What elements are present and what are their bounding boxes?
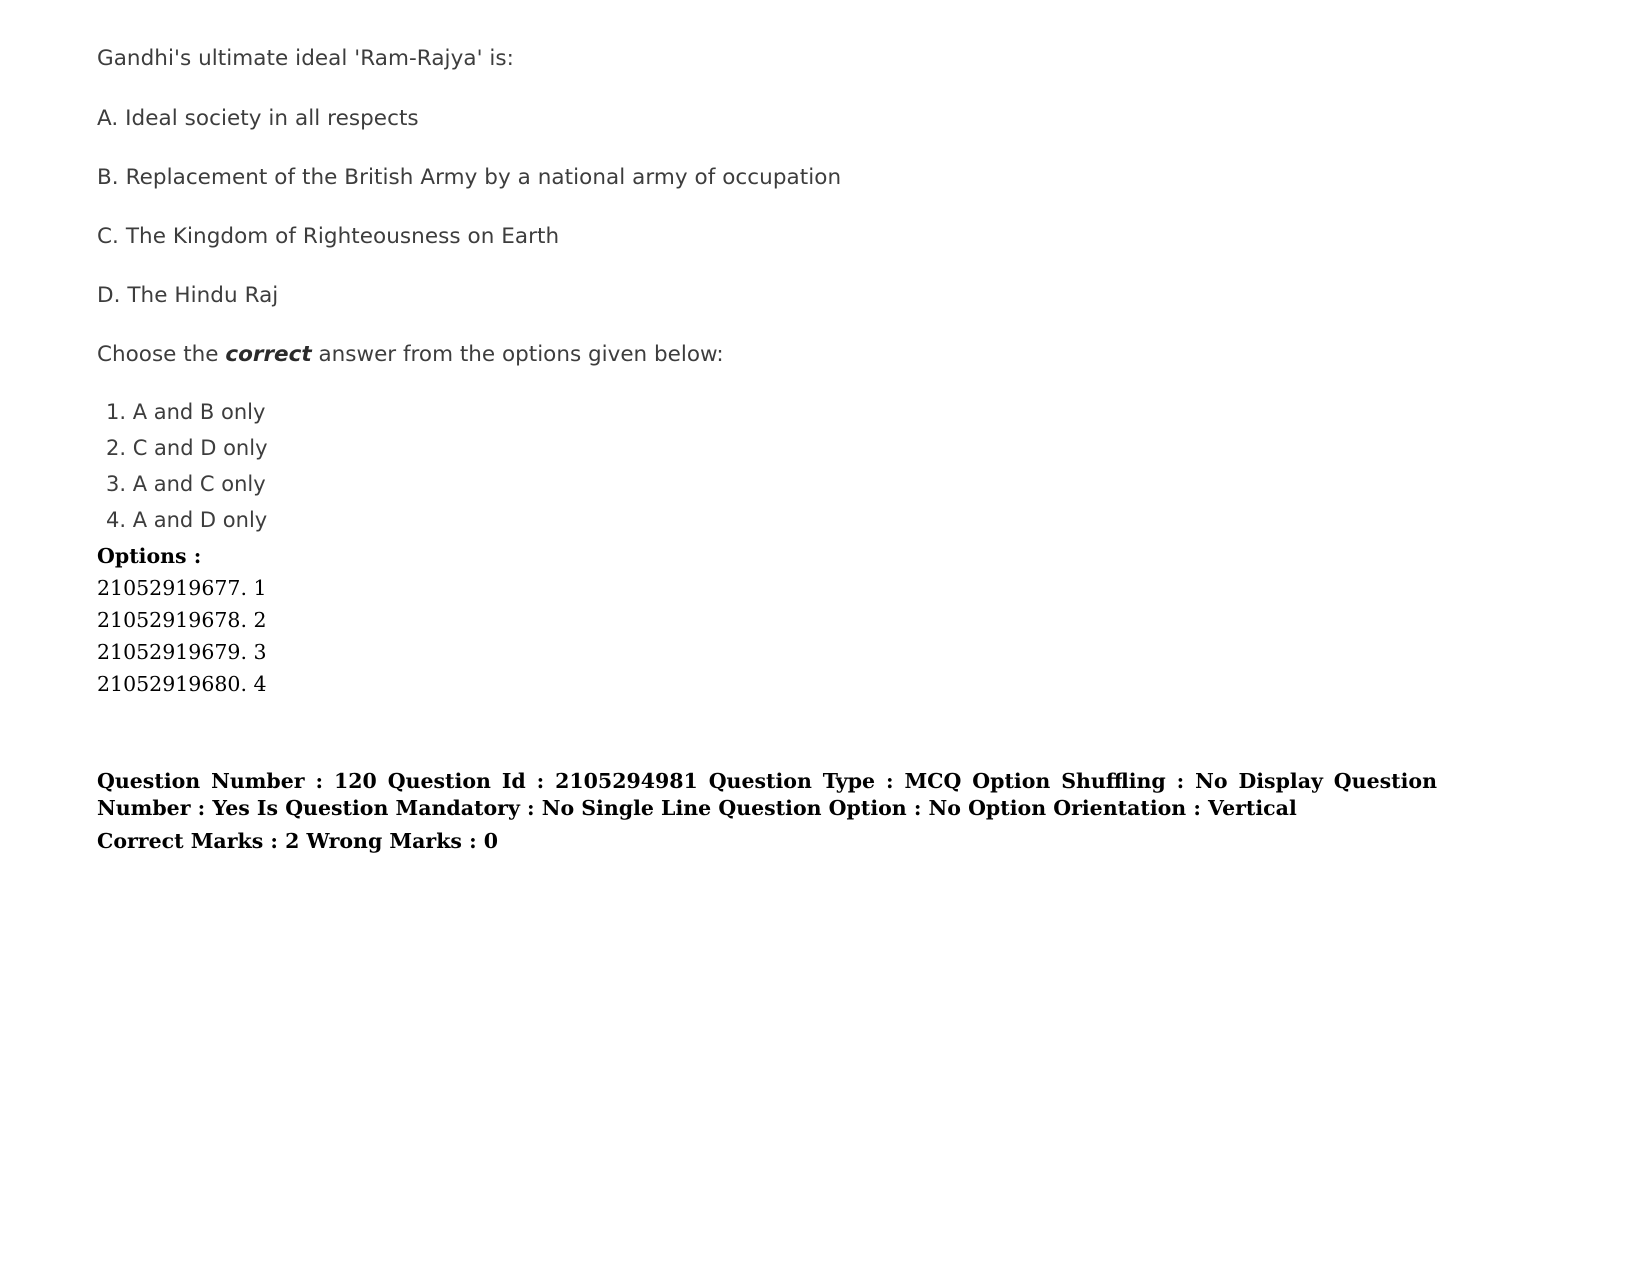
metadata-line-1: Question Number : 120 Question Id : 2105… <box>97 769 1437 820</box>
answer-choice-list: 1. A and B only 2. C and D only 3. A and… <box>97 394 1557 538</box>
question-block: Gandhi's ultimate ideal 'Ram-Rajya' is: … <box>97 46 1557 700</box>
choose-emphasis-correct: correct <box>225 342 312 367</box>
answer-choice-1[interactable]: 1. A and B only <box>97 394 1557 430</box>
answer-choice-3[interactable]: 3. A and C only <box>97 466 1557 502</box>
answer-choice-4[interactable]: 4. A and D only <box>97 502 1557 538</box>
option-id-2: 21052919678. 2 <box>97 608 267 632</box>
question-stem: Gandhi's ultimate ideal 'Ram-Rajya' is: <box>97 46 514 71</box>
statement-d: D. The Hindu Raj <box>97 283 279 308</box>
statement-a: A. Ideal society in all respects <box>97 106 419 131</box>
answer-choice-2[interactable]: 2. C and D only <box>97 430 1557 466</box>
choose-instruction: Choose the correct answer from the optio… <box>97 342 1557 368</box>
statement-c: C. The Kingdom of Righteousness on Earth <box>97 224 560 249</box>
choose-suffix: answer from the options given below: <box>311 342 724 367</box>
question-metadata: Question Number : 120 Question Id : 2105… <box>97 768 1437 855</box>
choose-prefix: Choose the <box>97 342 226 367</box>
options-heading: Options : <box>97 544 202 568</box>
option-id-3: 21052919679. 3 <box>97 640 267 664</box>
option-id-4: 21052919680. 4 <box>97 672 267 696</box>
metadata-line-2: Correct Marks : 2 Wrong Marks : 0 <box>97 829 499 853</box>
statement-b: B. Replacement of the British Army by a … <box>97 165 842 190</box>
question-page: Gandhi's ultimate ideal 'Ram-Rajya' is: … <box>0 0 1650 1275</box>
option-id-1: 21052919677. 1 <box>97 576 267 600</box>
